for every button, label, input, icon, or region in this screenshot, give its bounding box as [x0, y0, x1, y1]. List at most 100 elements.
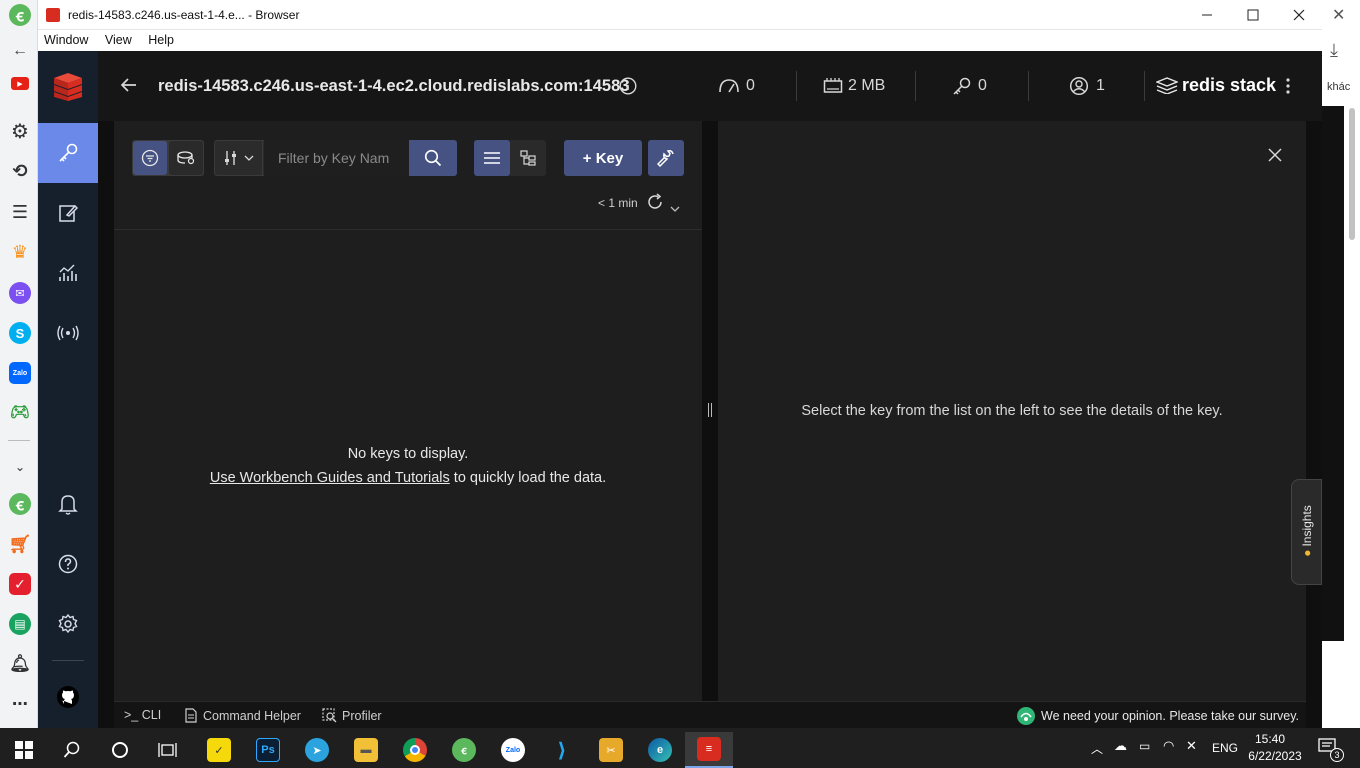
close-panel-button[interactable] — [1268, 148, 1282, 167]
back-button[interactable] — [120, 76, 138, 99]
wifi-icon[interactable]: ◠ — [1163, 738, 1174, 754]
reading-list-icon[interactable]: ☰ — [9, 201, 31, 223]
tree-view-button[interactable] — [510, 140, 546, 176]
zalo-icon[interactable]: Zalo — [9, 362, 31, 384]
game-controller-icon[interactable]: 🎮︎ — [9, 401, 31, 423]
shopping-cart-icon[interactable]: 🛒︎ — [9, 533, 32, 555]
filter-key-input[interactable] — [264, 140, 409, 176]
search-icon — [424, 149, 442, 167]
analytics-icon — [59, 264, 77, 281]
help-nav-button[interactable] — [38, 534, 98, 594]
task-view-button[interactable] — [144, 732, 192, 768]
youtube-icon[interactable]: ▶ — [11, 77, 29, 90]
skype-icon[interactable]: S — [9, 322, 31, 344]
edge-app[interactable]: e — [636, 732, 684, 768]
clock-time[interactable]: 15:40 — [1240, 732, 1300, 746]
cloud-icon[interactable]: ☁ — [1114, 738, 1127, 754]
speaker-muted-icon[interactable]: ✕ — [1186, 738, 1197, 754]
bell-icon[interactable]: 🔔︎ — [9, 653, 31, 675]
coccoc-logo-icon[interactable]: ꞓ — [9, 4, 31, 26]
checkmark-app-icon[interactable]: ✓ — [9, 573, 31, 595]
panel-resize-handle[interactable] — [702, 121, 718, 701]
redis-logo[interactable] — [38, 59, 98, 113]
database-name: redis-14583.c246.us-east-1-4.ec2.cloud.r… — [158, 77, 630, 95]
search-taskbar-button[interactable] — [48, 732, 96, 768]
clock-date[interactable]: 6/22/2023 — [1240, 749, 1310, 763]
scrollbar-thumb[interactable] — [1349, 108, 1355, 240]
search-mode-toggle — [132, 140, 204, 176]
chrome-app[interactable] — [391, 732, 439, 768]
close-window-button[interactable] — [1276, 3, 1322, 27]
add-key-button[interactable]: + Key — [564, 140, 642, 176]
tray-overflow-icon[interactable]: ︿ — [1091, 740, 1103, 757]
menu-window[interactable]: Window — [44, 33, 88, 47]
back-arrow-icon — [120, 78, 136, 92]
edit-icon — [59, 204, 78, 222]
zalo-app[interactable]: Zalo — [489, 732, 537, 768]
user-icon — [1069, 76, 1089, 96]
cortana-button[interactable] — [96, 732, 144, 768]
divider — [8, 440, 30, 441]
download-icon[interactable]: ⤓ — [1330, 40, 1338, 61]
notifications-nav-button[interactable] — [38, 474, 98, 534]
close-icon[interactable]: ✕ — [1332, 5, 1345, 25]
vscode-app[interactable]: ⟩ — [538, 732, 586, 768]
tools-app[interactable]: ✂ — [587, 732, 635, 768]
profiler-button[interactable]: Profiler — [322, 708, 382, 723]
pubsub-nav-button[interactable] — [38, 303, 98, 363]
bulk-actions-button[interactable] — [648, 140, 684, 176]
right-strip-label: khác — [1327, 81, 1351, 93]
info-icon[interactable] — [619, 77, 637, 100]
settings-gear-icon[interactable]: ⚙ — [9, 120, 31, 143]
refresh-button[interactable] — [646, 193, 664, 216]
list-view-button[interactable] — [474, 140, 510, 176]
redis-icon: ≡ — [697, 737, 721, 761]
maximize-button[interactable] — [1230, 3, 1276, 27]
start-button[interactable] — [0, 732, 48, 768]
crown-icon[interactable]: ♛ — [9, 241, 31, 263]
key-type-dropdown[interactable] — [215, 141, 263, 175]
chevron-down-icon[interactable]: ⌄ — [9, 456, 31, 478]
settings-nav-button[interactable] — [38, 594, 98, 654]
auto-refresh-dropdown[interactable] — [670, 199, 680, 217]
gauge-icon — [719, 79, 739, 93]
notes-app-icon[interactable]: ▤ — [9, 613, 31, 635]
github-link[interactable] — [38, 667, 98, 727]
insights-tab[interactable]: ● Insights — [1291, 479, 1322, 585]
menu-view[interactable]: View — [105, 33, 132, 47]
more-icon[interactable]: ⋯ — [9, 693, 31, 715]
extension-icon[interactable]: ꞓ — [9, 493, 31, 515]
workbench-nav-button[interactable] — [38, 183, 98, 243]
zalo-icon: Zalo — [501, 738, 525, 762]
maximize-icon — [1247, 9, 1259, 21]
search-button[interactable] — [409, 140, 457, 176]
notification-badge: 3 — [1330, 748, 1344, 762]
minimize-button[interactable] — [1184, 3, 1230, 27]
photoshop-app[interactable]: Ps — [244, 732, 292, 768]
battery-icon[interactable]: ▭ — [1139, 739, 1150, 753]
file-explorer-app[interactable]: ▬ — [342, 732, 390, 768]
browser-nav-button[interactable] — [38, 123, 98, 183]
cli-button[interactable]: >_ CLI — [124, 708, 161, 722]
key-icon — [953, 77, 971, 95]
menu-help[interactable]: Help — [148, 33, 174, 47]
workbench-guides-link[interactable]: Use Workbench Guides and Tutorials — [210, 470, 450, 486]
empty-state-hint: Use Workbench Guides and Tutorials to qu… — [114, 470, 702, 486]
messenger-icon[interactable]: ✉ — [9, 282, 31, 304]
task-view-icon — [158, 743, 177, 757]
telegram-app[interactable]: ➤ — [293, 732, 341, 768]
command-helper-button[interactable]: Command Helper — [184, 708, 301, 723]
more-options-button[interactable] — [1285, 77, 1291, 100]
analysis-nav-button[interactable] — [38, 243, 98, 303]
redis-insight-taskbar-app[interactable]: ≡ — [685, 732, 733, 768]
language-indicator[interactable]: ENG — [1212, 741, 1238, 755]
filter-mode-button[interactable] — [133, 141, 167, 175]
search-index-mode-button[interactable] — [169, 141, 203, 175]
coccoc-app[interactable]: ꞓ — [440, 732, 488, 768]
survey-link[interactable]: We need your opinion. Please take our su… — [1016, 706, 1299, 726]
coccoc-icon: ꞓ — [452, 738, 476, 762]
history-icon[interactable]: ⟲ — [9, 160, 31, 182]
sticky-notes-app[interactable]: ✓ — [195, 732, 243, 768]
back-arrow-icon[interactable]: ← — [9, 40, 31, 62]
redis-app-icon — [46, 8, 60, 22]
